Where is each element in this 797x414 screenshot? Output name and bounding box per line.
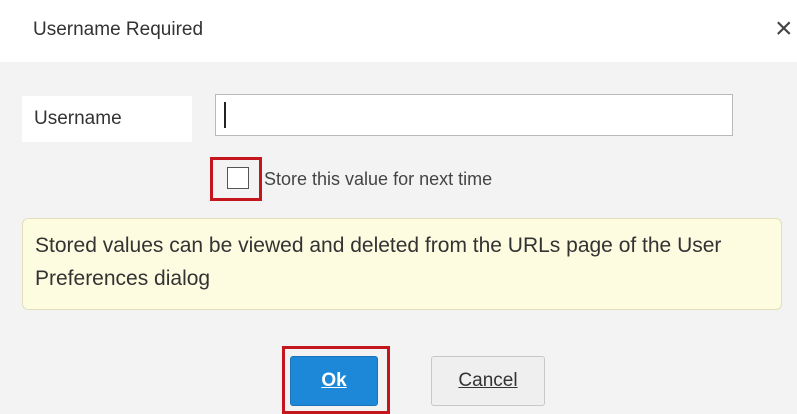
- store-value-checkbox-label[interactable]: Store this value for next time: [264, 169, 492, 190]
- store-value-checkbox[interactable]: [227, 167, 249, 189]
- username-label: Username: [34, 108, 122, 129]
- dialog-title: Username Required: [33, 19, 204, 40]
- dialog-content: Username Store this value for next time …: [0, 62, 797, 414]
- ok-button[interactable]: Ok: [290, 356, 378, 406]
- info-message-box: Stored values can be viewed and deleted …: [22, 218, 782, 310]
- close-icon[interactable]: ×: [775, 12, 797, 46]
- username-input[interactable]: [215, 94, 733, 136]
- cancel-button[interactable]: Cancel: [431, 356, 545, 406]
- info-message-text: Stored values can be viewed and deleted …: [35, 234, 722, 290]
- username-label-box: Username: [22, 96, 192, 142]
- dialog-titlebar: Username Required ×: [0, 0, 797, 62]
- text-caret: [224, 102, 226, 128]
